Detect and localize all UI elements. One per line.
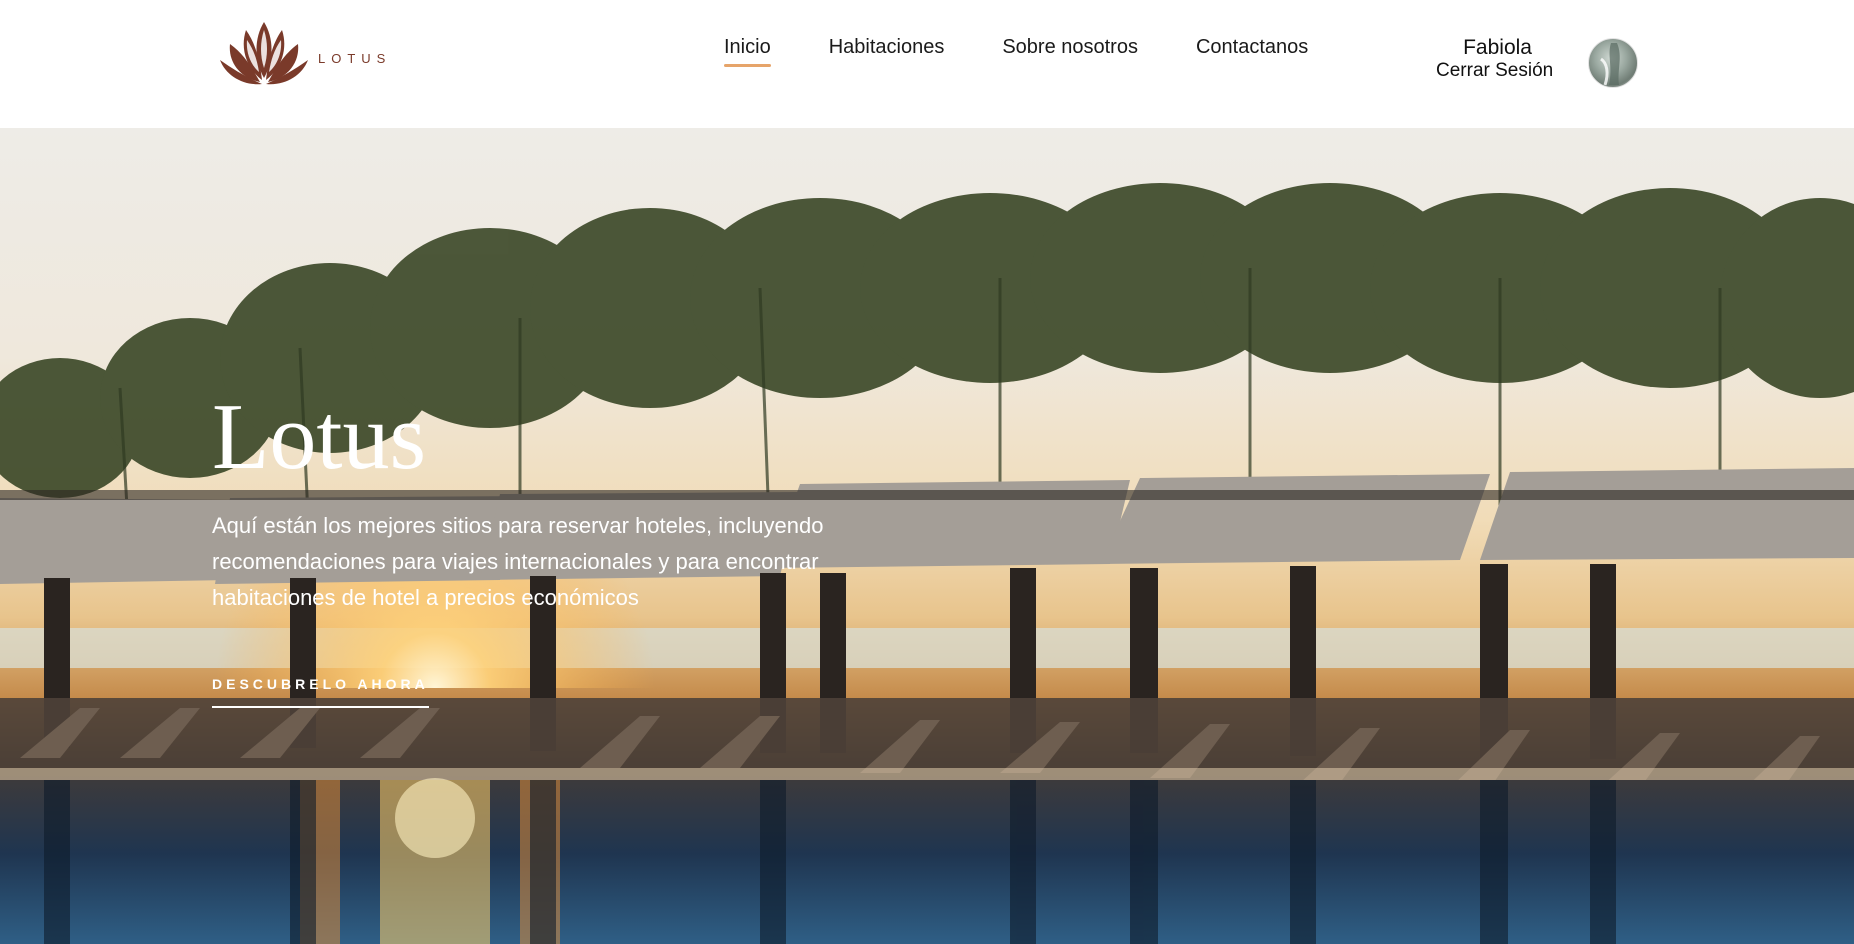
nav-sobre-nosotros[interactable]: Sobre nosotros (1002, 36, 1138, 67)
lotus-logo[interactable]: LOTUS (216, 16, 391, 88)
avatar-image (1600, 43, 1620, 86)
nav-habitaciones[interactable]: Habitaciones (829, 36, 945, 67)
hero-title: Lotus (212, 385, 427, 489)
hero-content: Lotus Aquí están los mejores sitios para… (212, 390, 872, 708)
brand-name: LOTUS (318, 50, 392, 66)
lotus-flower-icon (220, 22, 308, 85)
hero-banner: Lotus Aquí están los mejores sitios para… (0, 128, 1854, 944)
nav-contactanos[interactable]: Contactanos (1196, 36, 1308, 67)
top-header: LOTUS Inicio Habitaciones Sobre nosotros… (0, 0, 1854, 128)
user-name: Fabiola (1463, 36, 1532, 59)
main-nav: Inicio Habitaciones Sobre nosotros Conta… (724, 36, 1366, 67)
hero-description: Aquí están los mejores sitios para reser… (212, 513, 824, 610)
discover-now-button[interactable]: DESCUBRELO AHORA (212, 676, 429, 708)
user-info: Fabiola (1463, 36, 1532, 60)
nav-inicio[interactable]: Inicio (724, 36, 771, 67)
logout-link[interactable]: Cerrar Sesión (1436, 60, 1553, 82)
user-avatar-icon[interactable] (1588, 38, 1638, 88)
